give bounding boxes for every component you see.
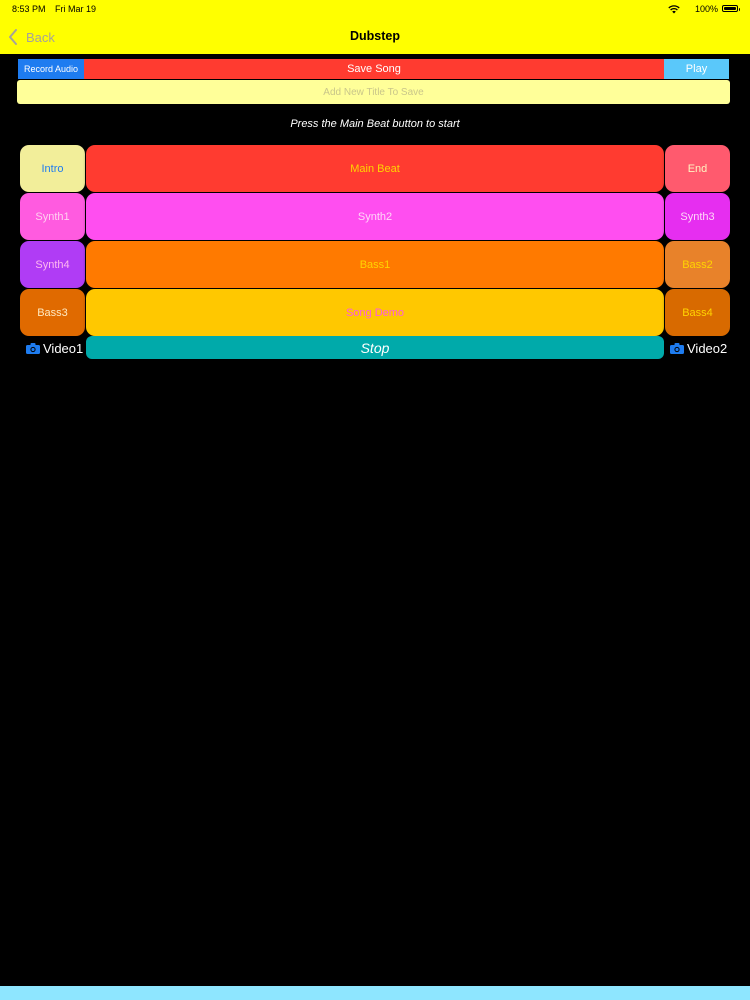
song-title-input[interactable]	[17, 80, 730, 104]
camera-icon	[670, 342, 684, 354]
video1-label: Video1	[43, 340, 84, 356]
synth3-pad[interactable]: Synth3	[665, 193, 730, 240]
video2-label: Video2	[687, 340, 728, 356]
wifi-icon	[668, 5, 680, 14]
navigation-bar: 8:53 PM Fri Mar 19 100% Back Dubstep	[0, 0, 750, 54]
status-date: Fri Mar 19	[55, 4, 97, 14]
camera-icon	[26, 342, 40, 354]
synth1-pad[interactable]: Synth1	[20, 193, 85, 240]
song-demo-pad[interactable]: Song Demo	[86, 289, 664, 336]
bass4-pad[interactable]: Bass4	[665, 289, 730, 336]
end-pad[interactable]: End	[665, 145, 730, 192]
stop-button[interactable]: Stop	[86, 336, 664, 359]
bass3-pad[interactable]: Bass3	[20, 289, 85, 336]
main-beat-pad[interactable]: Main Beat	[86, 145, 664, 192]
intro-pad[interactable]: Intro	[20, 145, 85, 192]
bass1-pad[interactable]: Bass1	[86, 241, 664, 288]
battery-icon	[722, 5, 740, 12]
instruction-text: Press the Main Beat button to start	[290, 118, 460, 130]
battery-percent: 100%	[694, 4, 718, 14]
status-time: 8:53 PM	[12, 4, 46, 14]
save-song-button[interactable]: Save Song	[84, 59, 664, 79]
play-button[interactable]: Play	[664, 59, 729, 79]
video2-button[interactable]: Video2	[670, 338, 727, 358]
record-audio-button[interactable]: Record Audio	[18, 59, 84, 79]
bottom-bar	[0, 986, 750, 1000]
bass2-pad[interactable]: Bass2	[665, 241, 730, 288]
synth2-pad[interactable]: Synth2	[86, 193, 664, 240]
synth4-pad[interactable]: Synth4	[20, 241, 85, 288]
video1-button[interactable]: Video1	[26, 338, 83, 358]
page-title: Dubstep	[350, 29, 400, 43]
